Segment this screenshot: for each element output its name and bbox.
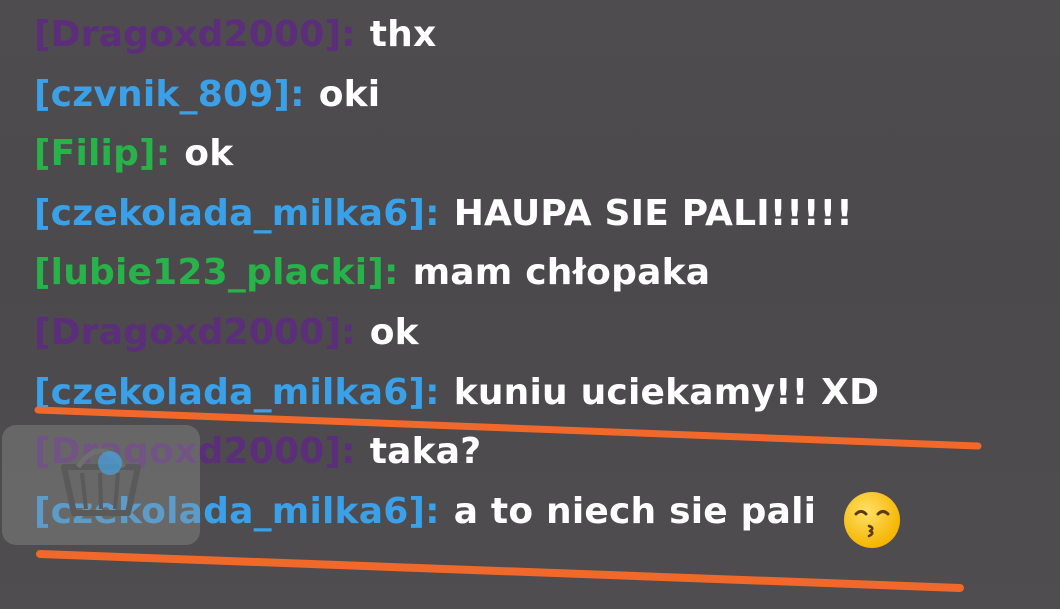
underline-stroke [36,550,964,592]
underline-stroke [34,406,982,450]
underline-annotations [34,406,982,592]
